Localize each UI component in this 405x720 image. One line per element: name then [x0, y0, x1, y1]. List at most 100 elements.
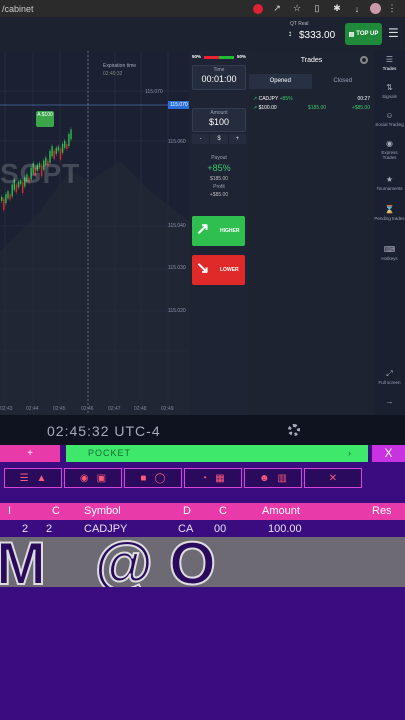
price-chart[interactable]: SGPT Expiration time 02:49:32 A $100 115…: [0, 51, 189, 415]
lower-label: LOWER: [220, 267, 239, 273]
sentiment-up: 50%: [236, 54, 246, 59]
topup-label: TOP UP: [356, 31, 379, 37]
sidebar-item-hotkeys[interactable]: ⌨ Hotkeys: [374, 245, 405, 262]
cell: CADJPY: [84, 523, 128, 535]
collapse-arrow-icon[interactable]: →: [374, 398, 405, 408]
bot-toolbar: + POCKET › X: [0, 445, 405, 463]
cell: 2: [46, 523, 53, 535]
bot-tool-button[interactable]: ☰ ▲: [4, 468, 62, 488]
bot-tool-button[interactable]: ◉ ▣: [64, 468, 122, 488]
trade-time-left: 00:27: [357, 96, 370, 102]
trade-stake: ↗ $100.00: [253, 105, 277, 111]
higher-button[interactable]: ↗ HIGHER: [192, 216, 245, 246]
robot-icon: ■: [140, 472, 147, 484]
fullscreen-icon: ⤢: [386, 369, 393, 378]
amount-caption: Amount: [210, 110, 228, 116]
add-button[interactable]: +: [0, 445, 60, 462]
app-menu-icon[interactable]: ☰: [388, 26, 399, 40]
payout-info: Payout +85% $185.00 Profit +$85.00: [192, 155, 246, 198]
download-icon[interactable]: ↓: [350, 4, 364, 14]
star-icon[interactable]: ☆: [290, 3, 304, 14]
address-bar[interactable]: /cabinet: [0, 4, 253, 14]
gear-icon[interactable]: [288, 424, 300, 436]
col-header: Symbol: [84, 505, 121, 517]
col-header: Amount: [262, 505, 300, 517]
screen: /cabinet ↗ ☆ ▯ ✱ ↓ ⋮ QT Real ↕ $333.00 ▤…: [0, 0, 405, 720]
profile-avatar[interactable]: [370, 3, 381, 14]
share-icon[interactable]: ↗: [270, 3, 284, 14]
trade-symbol: CADJPY: [258, 96, 279, 102]
trades-tabs: Opened Closed: [249, 74, 374, 89]
bot-tool-button[interactable]: ✕: [304, 468, 362, 488]
sidebar-icon[interactable]: ▯: [310, 3, 324, 14]
topup-button[interactable]: ▤ TOP UP: [345, 23, 382, 45]
sidebar-item-trades[interactable]: ☰ Trades: [374, 55, 405, 72]
col-header: D: [183, 505, 191, 517]
price-label: 115.040: [168, 223, 186, 229]
bot-tool-button[interactable]: ☻ ▥: [244, 468, 302, 488]
amount-plus-button[interactable]: +: [228, 134, 246, 144]
time-selector[interactable]: Time 00:01:00: [192, 65, 246, 90]
wallet-icon: ▤: [348, 31, 355, 38]
sidebar-item-tournaments[interactable]: ★ Tournaments: [374, 175, 405, 192]
trade-payout-amount: $185.00: [308, 105, 327, 111]
cell: 100.00: [268, 523, 302, 535]
sidebar-item-express[interactable]: ◉ Express Trades: [374, 140, 405, 161]
trade-marker[interactable]: A $100: [36, 111, 54, 127]
close-button[interactable]: X: [372, 445, 405, 462]
trades-settings-icon[interactable]: [360, 56, 368, 64]
banner-text: M @O: [0, 537, 232, 587]
expiration-label: Expiration time: [103, 63, 137, 69]
sidebar-item-pending[interactable]: ⌛ Pending trades: [374, 206, 405, 222]
pocket-dropdown[interactable]: POCKET ›: [66, 445, 368, 462]
watermark-text: SGPT: [0, 158, 81, 189]
trades-panel: Trades Opened Closed ↗ CADJPY +85% 00:27…: [249, 51, 374, 415]
table-row[interactable]: 2 2 CADJPY CA 00 100.00: [0, 523, 405, 537]
sidebar-item-label: Express Trades: [381, 150, 398, 160]
cell: CA: [178, 523, 194, 535]
bot-banner: M @O: [0, 537, 405, 587]
sidebar-item-social[interactable]: ☺ Social Trading: [374, 111, 405, 128]
bot-icon: ◉: [79, 472, 89, 484]
hotkeys-icon: ⌨: [383, 245, 396, 254]
pocket-label: POCKET: [88, 448, 132, 458]
amount-field[interactable]: Amount $100: [192, 108, 246, 132]
trades-icon: ☰: [385, 55, 394, 64]
extension-shield-icon[interactable]: [253, 3, 263, 14]
balance-amount: $333.00: [299, 30, 336, 41]
sidebar-item-label: Pending trades: [374, 216, 405, 221]
price-label: 115.030: [168, 265, 186, 271]
time-value: 00:01:00: [201, 74, 237, 84]
lower-button[interactable]: ↘ LOWER: [192, 255, 245, 285]
bot-tool-button[interactable]: ■ ◯: [124, 468, 182, 488]
sidebar-item-signals[interactable]: ⇅ Signals: [374, 83, 405, 100]
currency-button[interactable]: $: [210, 134, 228, 144]
amount-minus-button[interactable]: -: [192, 134, 210, 144]
amount-stepper: - $ +: [192, 134, 246, 144]
price-label: 115.060: [168, 139, 186, 145]
chart-icon: ▲: [36, 472, 47, 484]
time-tick: 02:47: [108, 406, 121, 412]
trade-stake-value: $100.00: [258, 105, 277, 111]
list-icon: ☰: [19, 472, 29, 484]
profit-value: +$85.00: [209, 192, 229, 198]
payout-percent: +85%: [207, 163, 231, 173]
signal-icon: ▣: [96, 472, 107, 484]
amount-value: $100: [208, 117, 230, 127]
bot-tool-button[interactable]: ◔ ▦: [184, 468, 242, 488]
trophy-icon: ★: [385, 175, 394, 184]
tab-closed[interactable]: Closed: [312, 74, 375, 89]
browser-menu-icon[interactable]: ⋮: [385, 3, 399, 14]
tab-opened[interactable]: Opened: [249, 74, 312, 89]
trader-sentiment: 50% 50%: [192, 54, 246, 61]
extensions-icon[interactable]: ✱: [330, 3, 344, 14]
signals-icon: ⇅: [386, 83, 393, 92]
sidebar-item-fullscreen[interactable]: ⤢ Full screen: [374, 369, 405, 386]
time-tick: 02:48: [134, 406, 147, 412]
col-header: Res: [372, 505, 392, 517]
account-type: QT Real: [290, 21, 309, 27]
up-arrow-icon: ↗: [253, 96, 258, 102]
social-icon: ☺: [385, 111, 394, 120]
time-tick: 02:44: [26, 406, 39, 412]
trade-pair: ↗ CADJPY +85%: [253, 96, 293, 102]
